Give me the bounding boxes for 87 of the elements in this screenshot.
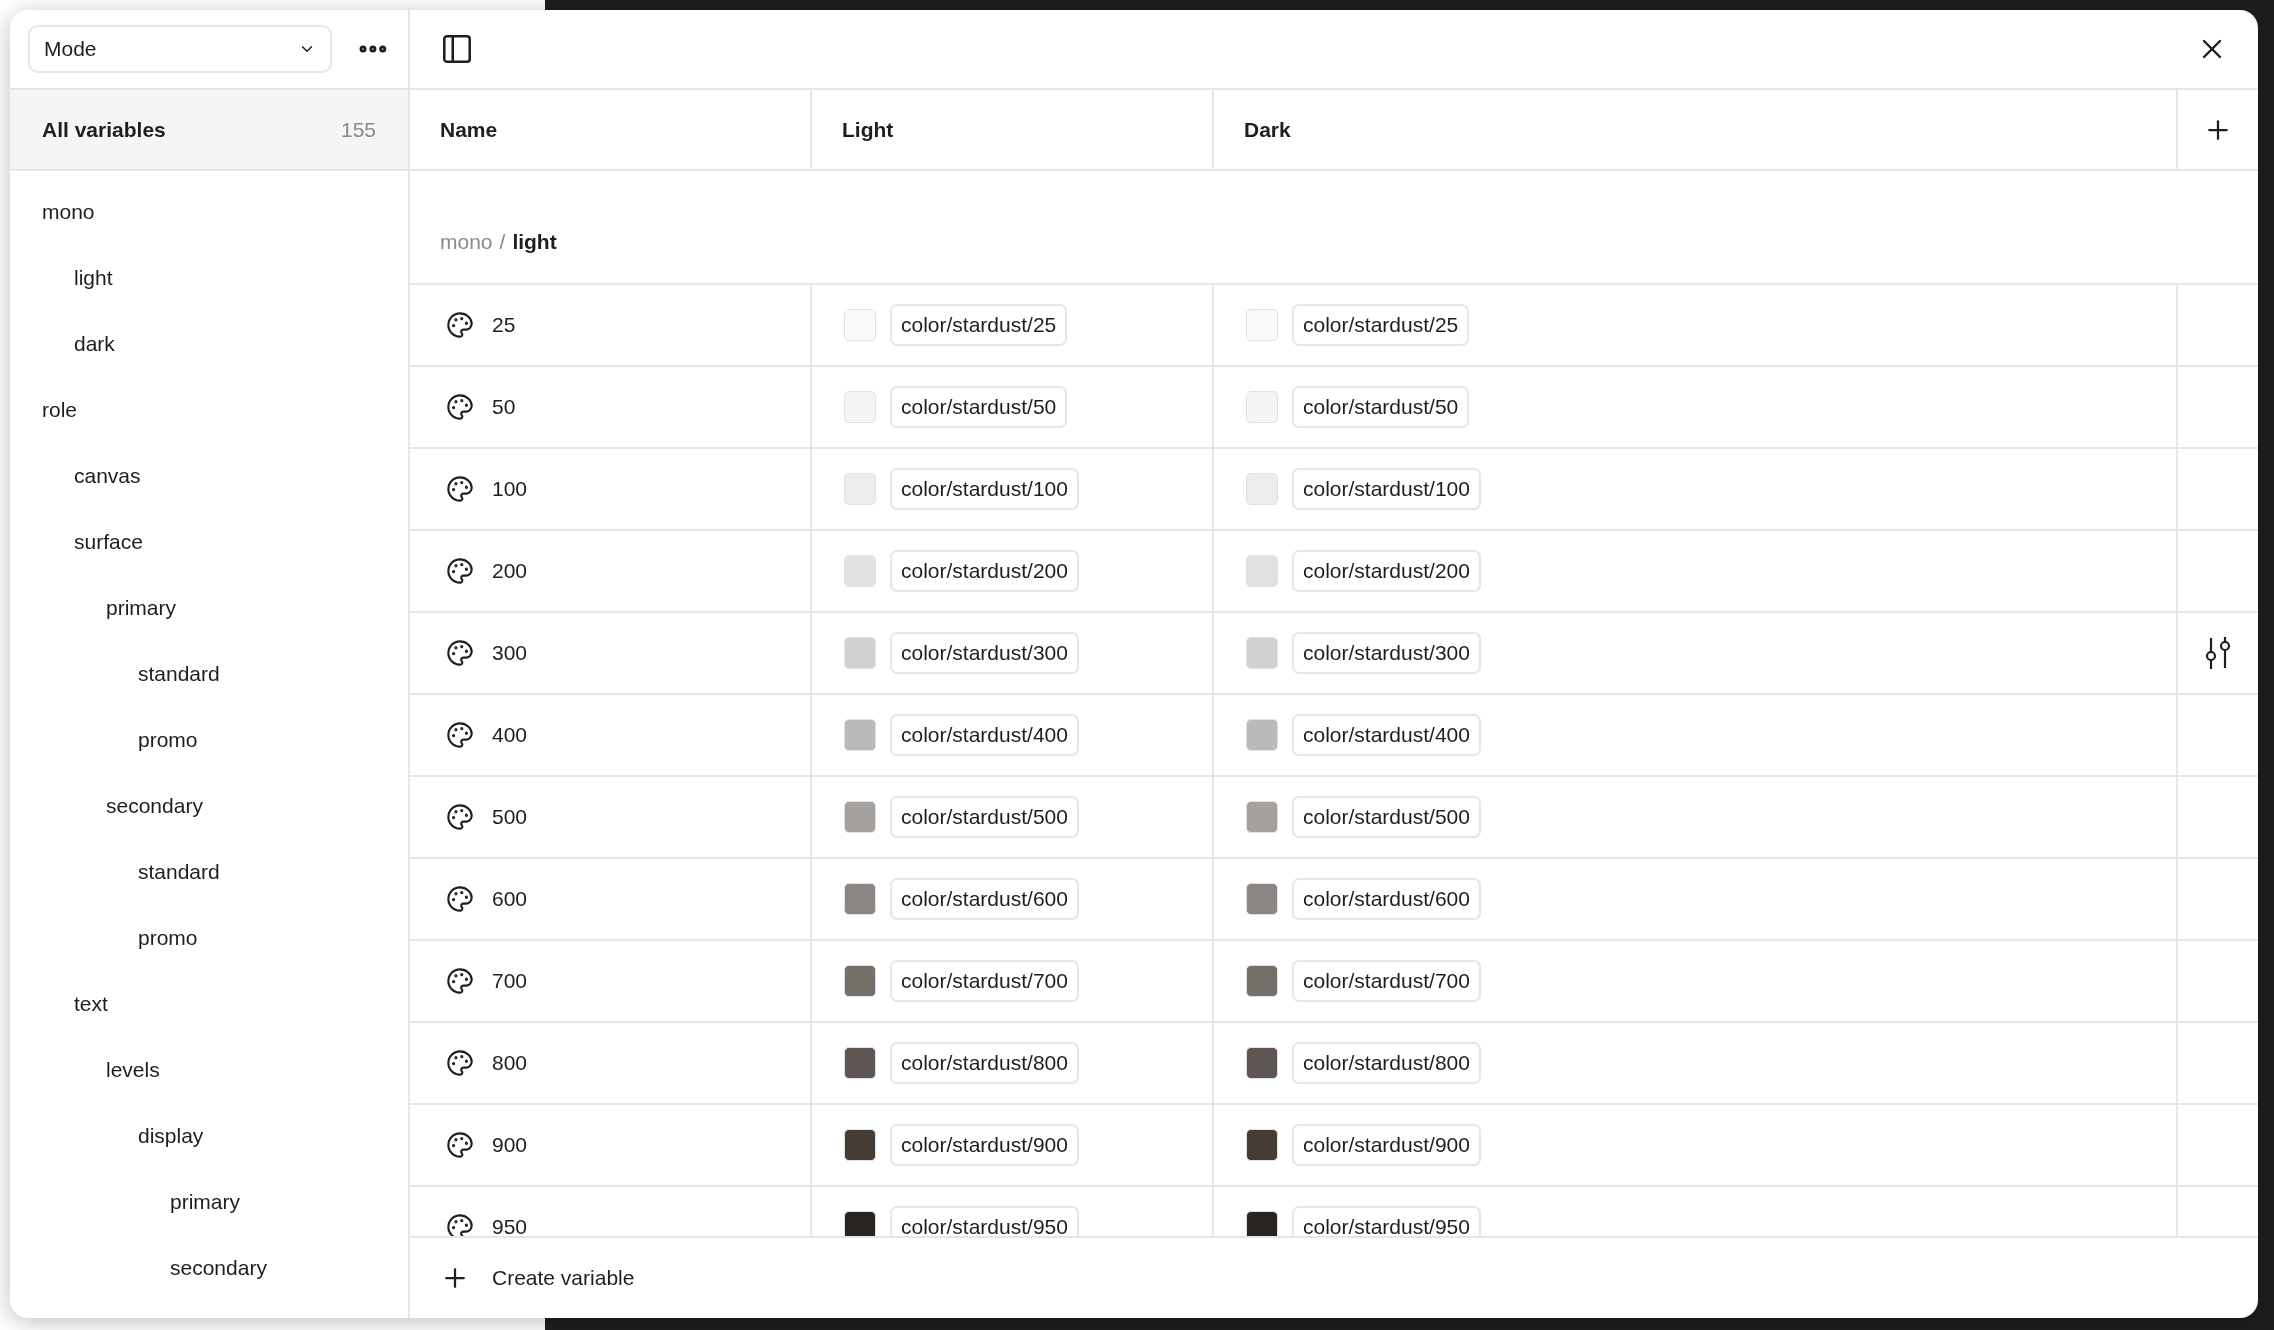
palette-icon [446,475,474,503]
variable-row[interactable]: 50 color/stardust/50 color/stardust/50 [410,367,2258,449]
sidebar-item[interactable]: surface [74,526,143,558]
palette-icon [446,1213,474,1236]
sidebar-item[interactable]: canvas [74,460,141,492]
palette-icon [446,967,474,995]
palette-icon [446,393,474,421]
column-header: Light [842,116,894,143]
variable-name: 400 [492,722,528,749]
variable-alias-pill[interactable]: color/stardust/200 [890,550,1079,592]
variable-row[interactable]: 300 color/stardust/300 color/stardust/300 [410,613,2258,695]
sidebar-item[interactable]: primary [106,592,176,624]
palette-icon [446,885,474,913]
variable-alias-pill[interactable]: color/stardust/600 [890,878,1079,920]
sidebar-item[interactable]: standard [138,658,220,690]
variable-alias-pill[interactable]: color/stardust/300 [890,632,1079,674]
sidebar-item[interactable]: display [138,1120,204,1152]
sidebar-item[interactable]: text [74,988,108,1020]
variable-row[interactable]: 400 color/stardust/400 color/stardust/400 [410,695,2258,777]
variable-row[interactable]: 100 color/stardust/100 color/stardust/100 [410,449,2258,531]
variable-alias-pill[interactable]: color/stardust/400 [1292,714,1481,756]
variable-alias-pill[interactable]: color/stardust/500 [1292,796,1481,838]
variable-row[interactable]: 950 color/stardust/950 color/stardust/950 [410,1187,2258,1236]
sidebar-item[interactable]: primary [170,1186,240,1218]
variable-name: 300 [492,640,528,667]
palette-icon [446,1049,474,1077]
variable-name: 200 [492,558,528,585]
sidebar-item[interactable]: role [42,394,78,426]
variable-alias-pill[interactable]: color/stardust/100 [890,468,1079,510]
variable-row[interactable]: 700 color/stardust/700 color/stardust/700 [410,941,2258,1023]
variable-alias-pill[interactable]: color/stardust/800 [890,1042,1079,1084]
variable-alias-pill[interactable]: color/stardust/700 [890,960,1079,1002]
variable-row[interactable]: 200 color/stardust/200 color/stardust/200 [410,531,2258,613]
sidebar-item[interactable]: mono [42,196,95,228]
variable-alias-pill[interactable]: color/stardust/200 [1292,550,1481,592]
variable-row[interactable]: 25 color/stardust/25 color/stardust/25 [410,285,2258,367]
variable-alias-pill[interactable]: color/stardust/25 [1292,304,1470,346]
create-variable-button[interactable]: Create variable [440,1262,635,1294]
variable-row[interactable]: 500 color/stardust/500 color/stardust/500 [410,777,2258,859]
variable-alias-pill[interactable]: color/stardust/700 [1292,960,1481,1002]
sidebar-item[interactable]: levels [106,1054,160,1086]
variable-alias-pill[interactable]: color/stardust/400 [890,714,1079,756]
variable-name: 800 [492,1050,528,1077]
palette-icon [446,311,474,339]
variable-name: 600 [492,886,528,913]
group-breadcrumb: mono / light [440,228,557,255]
variable-name: 500 [492,804,528,831]
variable-name: 900 [492,1132,528,1159]
variable-alias-pill[interactable]: color/stardust/50 [890,386,1068,428]
palette-icon [446,721,474,749]
variable-alias-pill[interactable]: color/stardust/300 [1292,632,1481,674]
variable-alias-pill[interactable]: color/stardust/50 [1292,386,1470,428]
variable-alias-pill[interactable]: color/stardust/950 [1292,1206,1481,1236]
variable-name: 950 [492,1214,528,1236]
sidebar-item[interactable]: dark [74,328,115,360]
sidebar-item[interactable]: light [74,262,113,294]
variable-row[interactable]: 800 color/stardust/800 color/stardust/800 [410,1023,2258,1105]
palette-icon [446,639,474,667]
all-variables-label: All variables [42,116,166,143]
column-header: Name [440,116,498,143]
variable-count: 155 [340,116,376,143]
variable-name: 50 [492,394,516,421]
variable-row[interactable]: 600 color/stardust/600 color/stardust/600 [410,859,2258,941]
variable-alias-pill[interactable]: color/stardust/950 [890,1206,1079,1236]
sidebar-item[interactable]: standard [138,856,220,888]
palette-icon [446,1131,474,1159]
palette-icon [446,557,474,585]
sidebar-item[interactable]: secondary [170,1252,267,1284]
column-header: Dark [1244,116,1291,143]
sidebar-item[interactable]: secondary [106,790,203,822]
variable-alias-pill[interactable]: color/stardust/600 [1292,878,1481,920]
mode-dropdown[interactable]: Mode [28,25,333,73]
variable-alias-pill[interactable]: color/stardust/25 [890,304,1068,346]
variable-name: 700 [492,968,528,995]
palette-icon [446,803,474,831]
variable-row[interactable]: 900 color/stardust/900 color/stardust/900 [410,1105,2258,1187]
variable-alias-pill[interactable]: color/stardust/900 [1292,1124,1481,1166]
all-variables-item[interactable]: All variables 155 [10,88,408,171]
sidebar-item[interactable]: promo [138,724,198,756]
variable-alias-pill[interactable]: color/stardust/800 [1292,1042,1481,1084]
variable-alias-pill[interactable]: color/stardust/900 [890,1124,1079,1166]
variable-name: 25 [492,312,516,339]
variable-name: 100 [492,476,528,503]
variable-alias-pill[interactable]: color/stardust/100 [1292,468,1481,510]
variable-alias-pill[interactable]: color/stardust/500 [890,796,1079,838]
sidebar-toggle-icon[interactable] [440,32,474,66]
sidebar-item[interactable]: promo [138,922,198,954]
